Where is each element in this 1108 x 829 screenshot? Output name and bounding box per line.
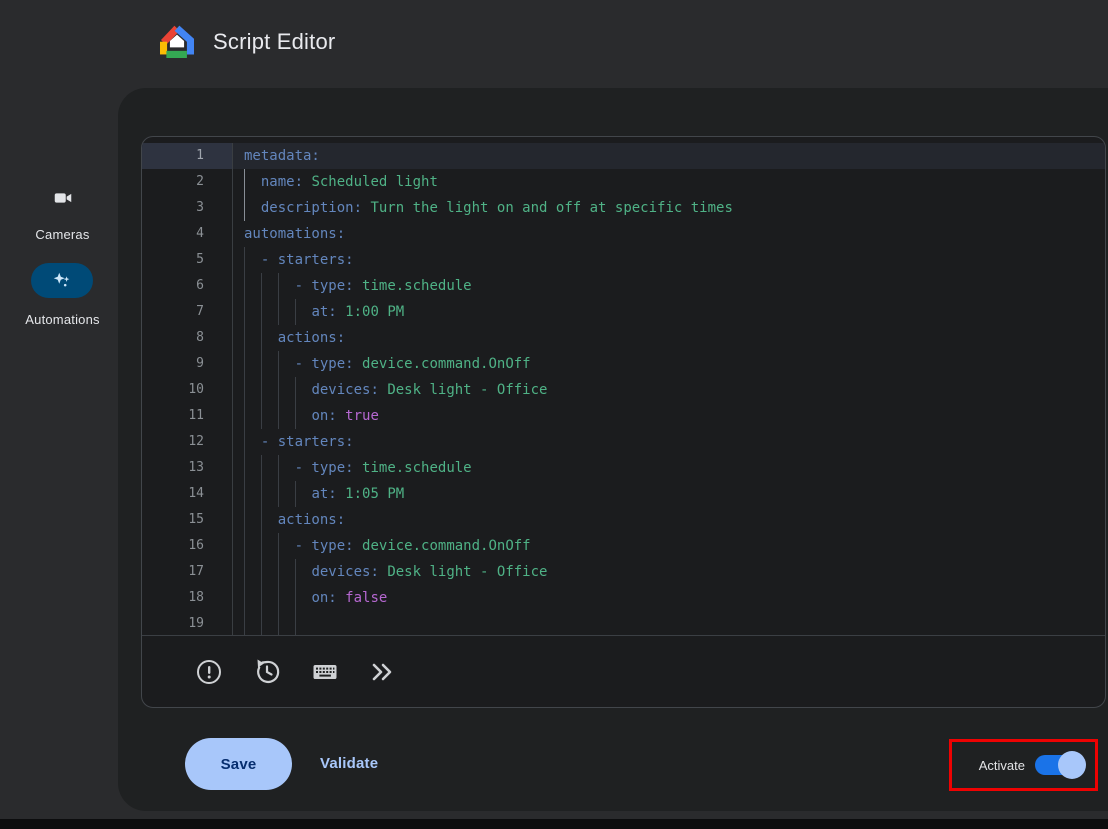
code-line[interactable]: 18 on: false — [142, 585, 1105, 611]
line-number: 9 — [142, 351, 233, 377]
code-text: - type: device.command.OnOff — [233, 351, 1105, 377]
code-text: on: true — [233, 403, 1105, 429]
line-number: 3 — [142, 195, 233, 221]
code-text: name: Scheduled light — [233, 169, 1105, 195]
code-text: - type: time.schedule — [233, 273, 1105, 299]
code-text: - type: time.schedule — [233, 455, 1105, 481]
sidebar-item-automations-pill[interactable] — [31, 263, 93, 298]
code-line[interactable]: 6 - type: time.schedule — [142, 273, 1105, 299]
line-number: 8 — [142, 325, 233, 351]
line-number: 11 — [142, 403, 233, 429]
save-button[interactable]: Save — [185, 738, 292, 790]
code-line[interactable]: 16 - type: device.command.OnOff — [142, 533, 1105, 559]
line-number: 14 — [142, 481, 233, 507]
line-number: 18 — [142, 585, 233, 611]
code-line[interactable]: 7 at: 1:00 PM — [142, 299, 1105, 325]
code-text: at: 1:05 PM — [233, 481, 1105, 507]
code-text: at: 1:00 PM — [233, 299, 1105, 325]
line-number: 4 — [142, 221, 233, 247]
activate-label: Activate — [979, 758, 1025, 773]
google-home-logo — [160, 24, 194, 58]
code-text: - starters: — [233, 429, 1105, 455]
code-text: on: false — [233, 585, 1105, 611]
line-number: 2 — [142, 169, 233, 195]
code-text: - starters: — [233, 247, 1105, 273]
line-number: 13 — [142, 455, 233, 481]
editor-toolbar — [142, 636, 1105, 707]
window-bottom-strip — [0, 819, 1108, 829]
code-line[interactable]: 9 - type: device.command.OnOff — [142, 351, 1105, 377]
code-line[interactable]: 13 - type: time.schedule — [142, 455, 1105, 481]
code-line[interactable]: 2 name: Scheduled light — [142, 169, 1105, 195]
code-text: actions: — [233, 325, 1105, 351]
history-icon[interactable] — [253, 658, 281, 686]
line-number: 19 — [142, 611, 233, 635]
line-number: 10 — [142, 377, 233, 403]
code-text: automations: — [233, 221, 1105, 247]
code-line[interactable]: 12 - starters: — [142, 429, 1105, 455]
code-text: devices: Desk light - Office — [233, 559, 1105, 585]
line-number: 7 — [142, 299, 233, 325]
code-area[interactable]: 1metadata:2 name: Scheduled light3 descr… — [142, 137, 1105, 635]
line-number: 6 — [142, 273, 233, 299]
code-text: actions: — [233, 507, 1105, 533]
toggle-knob — [1058, 751, 1086, 779]
code-line[interactable]: 1metadata: — [142, 143, 1105, 169]
code-line[interactable]: 19 — [142, 611, 1105, 635]
line-number: 5 — [142, 247, 233, 273]
code-line[interactable]: 5 - starters: — [142, 247, 1105, 273]
code-line[interactable]: 11 on: true — [142, 403, 1105, 429]
activate-highlight-box: Activate — [949, 739, 1098, 791]
line-number: 1 — [142, 143, 233, 169]
code-line[interactable]: 14 at: 1:05 PM — [142, 481, 1105, 507]
validate-button[interactable]: Validate — [320, 753, 378, 775]
page-title: Script Editor — [213, 29, 335, 55]
line-number: 12 — [142, 429, 233, 455]
activate-toggle[interactable] — [1035, 755, 1081, 775]
line-number: 15 — [142, 507, 233, 533]
code-text — [233, 611, 1105, 635]
sidebar-item-cameras[interactable]: Cameras — [0, 227, 125, 242]
code-text: metadata: — [233, 143, 1105, 169]
code-line[interactable]: 10 devices: Desk light - Office — [142, 377, 1105, 403]
code-line[interactable]: 15 actions: — [142, 507, 1105, 533]
camera-icon[interactable] — [52, 187, 74, 209]
code-text: - type: device.command.OnOff — [233, 533, 1105, 559]
code-text: description: Turn the light on and off a… — [233, 195, 1105, 221]
keyboard-icon[interactable] — [311, 658, 339, 686]
line-number: 16 — [142, 533, 233, 559]
sidebar: Cameras Automations — [0, 88, 125, 811]
code-line[interactable]: 4automations: — [142, 221, 1105, 247]
sidebar-item-automations[interactable]: Automations — [0, 312, 125, 327]
code-line[interactable]: 8 actions: — [142, 325, 1105, 351]
error-icon[interactable] — [195, 658, 223, 686]
line-number: 17 — [142, 559, 233, 585]
sparkle-icon — [51, 270, 73, 292]
code-line[interactable]: 17 devices: Desk light - Office — [142, 559, 1105, 585]
script-editor[interactable]: 1metadata:2 name: Scheduled light3 descr… — [141, 136, 1106, 708]
code-text: devices: Desk light - Office — [233, 377, 1105, 403]
more-chevrons-icon[interactable] — [369, 658, 397, 686]
code-line[interactable]: 3 description: Turn the light on and off… — [142, 195, 1105, 221]
